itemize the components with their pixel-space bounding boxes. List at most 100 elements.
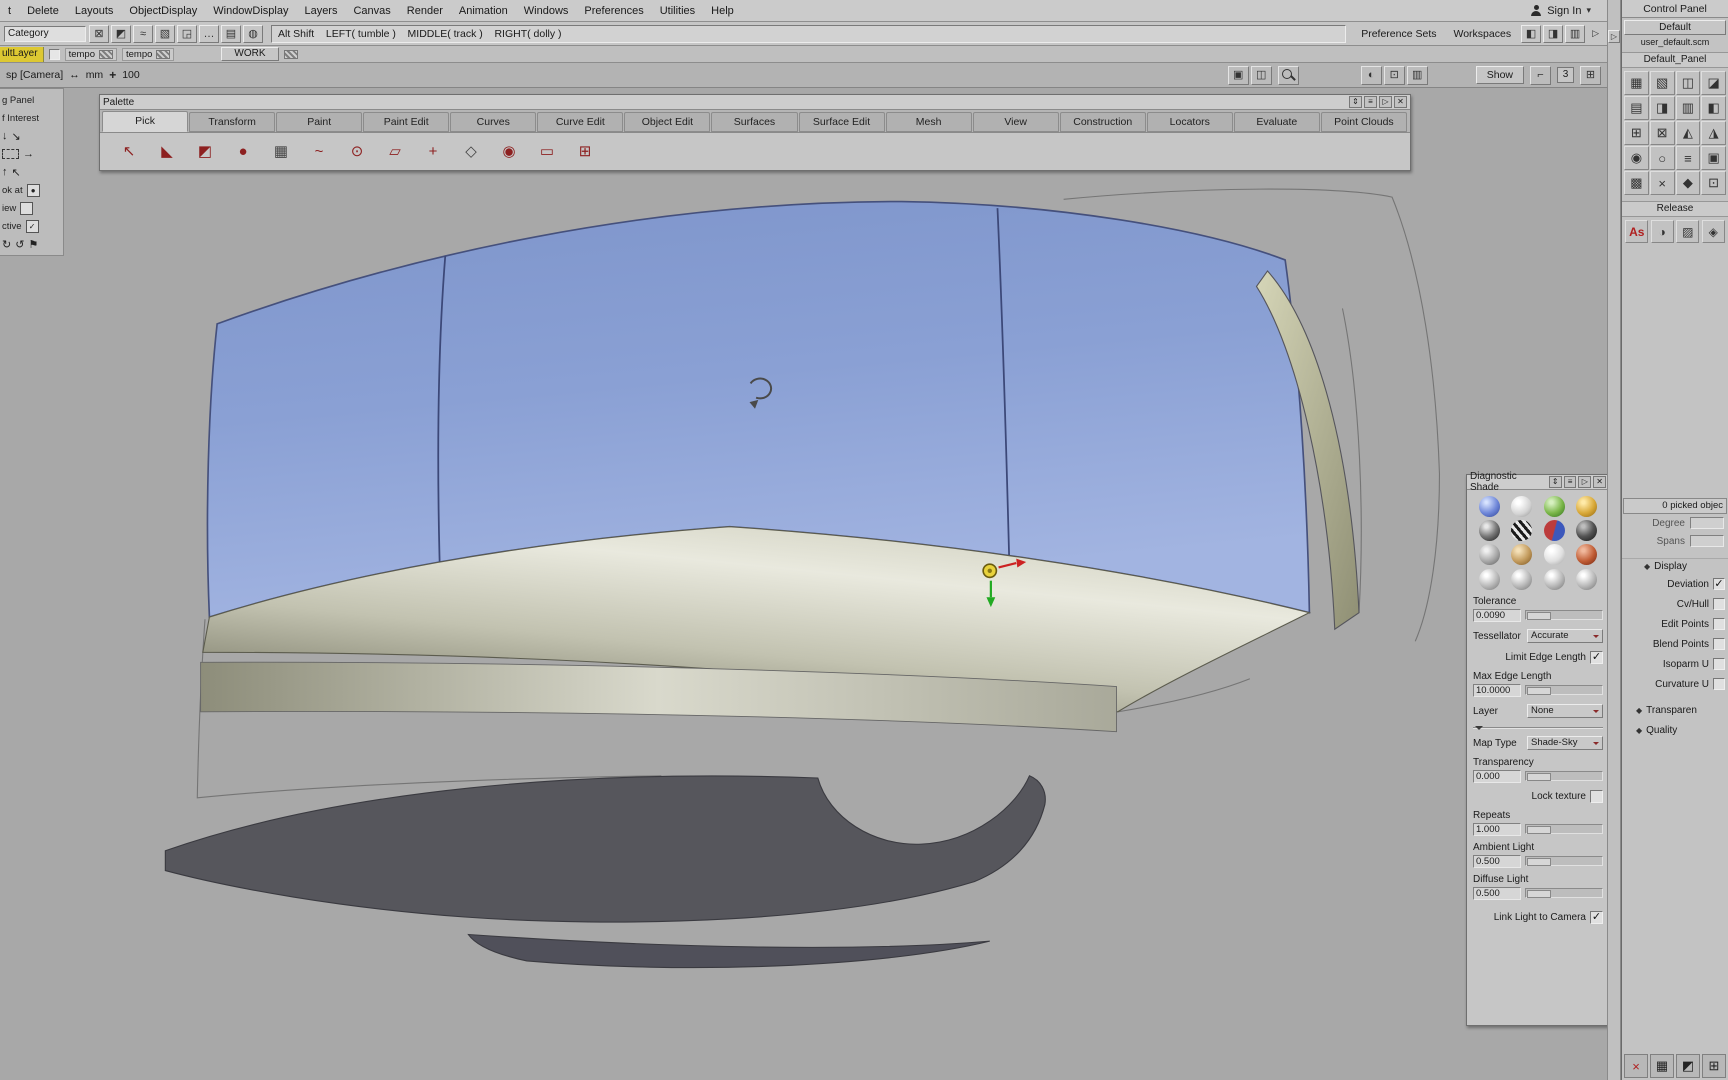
viewbar-icon[interactable]: ⊡ — [1383, 65, 1405, 85]
bottom-tool-icon[interactable]: ▦ — [1650, 1054, 1674, 1078]
release-tool-icon[interactable]: As — [1625, 220, 1649, 243]
palette-tab[interactable]: Pick — [102, 111, 189, 132]
viewbar-icon[interactable]: ◫ — [1250, 65, 1272, 85]
palette-tab[interactable]: Surface Edit — [798, 112, 885, 132]
tool-icon[interactable]: ◉ — [1624, 146, 1649, 170]
tool-icon[interactable]: ⊞ — [1624, 121, 1649, 145]
diffuse-light-field[interactable]: 0.500 — [1473, 886, 1521, 900]
diffuse-light-slider[interactable] — [1525, 888, 1603, 898]
show-button[interactable]: Show — [1475, 66, 1524, 84]
collapse-icon[interactable]: ⇕ — [1548, 476, 1562, 488]
palette-titlebar[interactable]: Palette ⇕ ≡ ▷ ✕ — [100, 95, 1410, 110]
viewport-canvas[interactable] — [0, 88, 1607, 1080]
toggle-checkbox[interactable] — [1713, 638, 1725, 650]
tolerance-slider[interactable] — [1525, 610, 1603, 620]
collapsed-section-row[interactable]: ◆ Transparen — [1622, 700, 1728, 720]
release-tool-icon[interactable]: ◈ — [1701, 220, 1725, 243]
layer-checkbox[interactable] — [48, 48, 60, 60]
transparency-field[interactable]: 0.000 — [1473, 769, 1521, 783]
tool-icon[interactable]: ▩ — [1624, 171, 1649, 195]
toolbar-icon[interactable]: ◍ — [243, 24, 263, 43]
control-panel-header[interactable]: Control Panel — [1622, 0, 1728, 18]
menu-icon[interactable]: ≡ — [1563, 476, 1577, 488]
palette-tab[interactable]: Point Clouds — [1320, 112, 1407, 132]
viewbar-icon[interactable]: ▣ — [1227, 65, 1249, 85]
rotate-ccw-icon[interactable]: ↺ — [15, 238, 24, 251]
menu-item[interactable]: Animation — [451, 5, 516, 17]
menu-item[interactable]: Utilities — [652, 5, 703, 17]
palette-tab[interactable]: Evaluate — [1233, 112, 1320, 132]
viewbar-icon[interactable]: ◐ — [1360, 65, 1382, 85]
bottom-tool-icon[interactable]: ⊞ — [1702, 1054, 1726, 1078]
palette-tab[interactable]: Curve Edit — [537, 112, 624, 132]
shade-mode-icon[interactable] — [1478, 520, 1500, 541]
max-edge-field[interactable]: 10.0000 — [1473, 683, 1521, 697]
ambient-light-slider[interactable] — [1525, 856, 1603, 866]
menu-item[interactable]: WindowDisplay — [205, 5, 296, 17]
tool-icon[interactable]: ◫ — [1675, 71, 1701, 95]
collapsed-section-row[interactable]: ◆ Quality — [1622, 720, 1728, 740]
palette-tool-icon[interactable]: ↖ — [116, 138, 142, 164]
look-at-icon[interactable]: ● — [26, 183, 40, 197]
ambient-light-field[interactable]: 0.500 — [1473, 854, 1521, 868]
lock-texture-checkbox[interactable] — [1590, 790, 1603, 803]
layer-dropdown[interactable]: None — [1527, 704, 1603, 718]
palette-tool-icon[interactable]: ⊙ — [344, 138, 370, 164]
menu-item[interactable]: Help — [703, 5, 742, 17]
menu-item[interactable]: Preferences — [576, 5, 651, 17]
chrome-mode-icon[interactable] — [1576, 569, 1598, 590]
menu-item[interactable]: t — [0, 5, 19, 17]
tool-icon[interactable]: ◮ — [1701, 121, 1726, 145]
spans-field[interactable] — [1690, 535, 1724, 547]
bottom-tool-icon[interactable]: ◩ — [1676, 1054, 1700, 1078]
magnifier-icon[interactable] — [1277, 65, 1299, 85]
toolbar-icon[interactable]: ≈ — [133, 24, 153, 43]
palette-tab[interactable]: Paint — [276, 112, 363, 132]
shade-mode-icon[interactable] — [1543, 520, 1565, 541]
close-icon[interactable]: ✕ — [1593, 476, 1606, 488]
diagnostic-shade-titlebar[interactable]: Diagnostic Shade ⇕ ≡ ▷ ✕ — [1467, 471, 1609, 493]
active-checkbox[interactable]: ✓ — [25, 219, 39, 233]
preset-selector[interactable]: Default — [1624, 20, 1726, 35]
panel-divider-strip[interactable]: ▷ — [1607, 0, 1621, 1080]
tool-icon[interactable]: × — [1649, 171, 1675, 195]
palette-tool-icon[interactable]: ◇ — [458, 138, 484, 164]
shade-mode-icon[interactable] — [1576, 496, 1598, 517]
toggle-checkbox[interactable] — [1713, 678, 1725, 690]
panel-expand-icon[interactable]: ▷ — [1608, 30, 1620, 43]
palette-tool-icon[interactable]: + — [420, 138, 446, 164]
tool-icon[interactable]: ▤ — [1624, 96, 1649, 120]
layer-swatch-2[interactable]: tempo — [121, 47, 175, 61]
shade-mode-icon[interactable] — [1576, 520, 1598, 541]
close-icon[interactable]: ✕ — [1394, 96, 1407, 108]
menu-item[interactable]: Windows — [516, 5, 577, 17]
shade-mode-icon[interactable] — [1576, 544, 1598, 565]
toggle-checkbox[interactable] — [1713, 658, 1725, 670]
release-tool-icon[interactable]: ▨ — [1676, 220, 1700, 243]
menu-item[interactable]: ObjectDisplay — [121, 5, 205, 17]
shade-mode-icon[interactable] — [1543, 544, 1565, 565]
arrow-down-right-icon[interactable]: ↘ — [12, 130, 21, 143]
panel-row-1[interactable]: g Panel — [2, 91, 61, 109]
menu-item[interactable]: Render — [399, 5, 451, 17]
map-type-dropdown[interactable]: Shade-Sky — [1527, 736, 1603, 750]
palette-tab[interactable]: Transform — [189, 112, 276, 132]
toggle-checkbox[interactable] — [1713, 578, 1725, 590]
palette-tab[interactable]: Object Edit — [624, 112, 711, 132]
tool-icon[interactable]: ◭ — [1675, 121, 1701, 145]
work-layer-button[interactable]: WORK — [221, 47, 279, 61]
shade-mode-icon[interactable] — [1511, 496, 1533, 517]
tool-icon[interactable]: ≡ — [1675, 146, 1701, 170]
palette-tab[interactable]: Curves — [450, 112, 537, 132]
workspace-icon[interactable]: ▥ — [1565, 24, 1586, 43]
release-tool-icon[interactable]: ◑ — [1650, 220, 1674, 243]
tool-icon[interactable]: ◧ — [1701, 96, 1726, 120]
palette-tool-icon[interactable]: ◣ — [154, 138, 180, 164]
tool-icon[interactable]: ▥ — [1675, 96, 1701, 120]
workspaces-button[interactable]: Workspaces — [1447, 28, 1519, 40]
max-edge-slider[interactable] — [1525, 685, 1603, 695]
tool-icon[interactable]: ◆ — [1675, 171, 1701, 195]
tolerance-field[interactable]: 0.0090 — [1473, 608, 1521, 622]
panel-count-field[interactable]: 3 — [1557, 67, 1574, 83]
shade-mode-icon[interactable] — [1511, 520, 1533, 541]
